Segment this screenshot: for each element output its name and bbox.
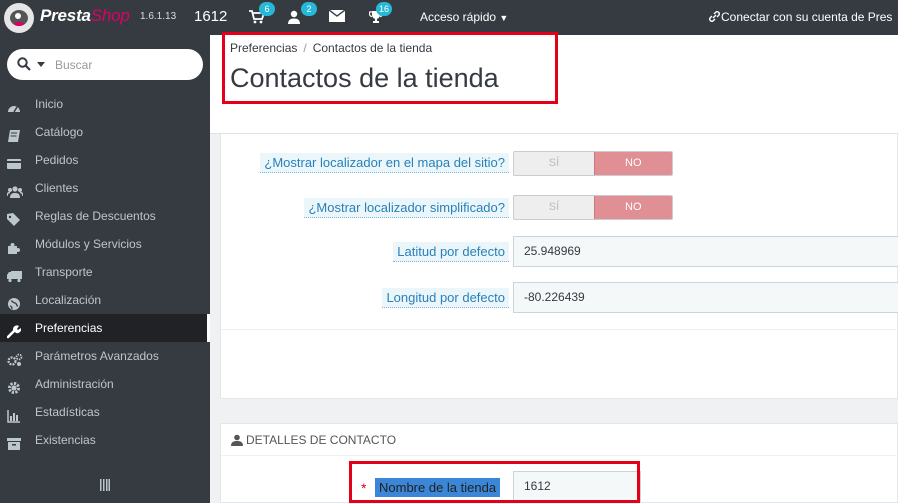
- sidebar-item-label: Clientes: [35, 181, 79, 195]
- highlight-annotation-box: [349, 461, 640, 503]
- tags-icon: [7, 209, 21, 226]
- sidebar-item-modulos[interactable]: Módulos y Servicios: [0, 230, 210, 258]
- shop-name[interactable]: 1612: [194, 8, 227, 25]
- default-longitude-label: Longitud por defecto: [382, 288, 509, 308]
- book-icon: [7, 125, 21, 142]
- sidebar-item-label: Localización: [35, 293, 102, 307]
- search-type-caret-icon[interactable]: [37, 62, 45, 67]
- main-menu: Inicio Catálogo Pedidos Clientes Reglas …: [0, 90, 210, 454]
- brand-shop: Shop: [90, 6, 130, 25]
- search-input[interactable]: [55, 55, 195, 74]
- user-icon: [231, 426, 243, 446]
- orders-badge: 6: [259, 2, 275, 16]
- cog-icon: [7, 377, 21, 394]
- field-label: Latitud por defecto: [393, 242, 509, 262]
- toggle-yes-option[interactable]: SÍ: [514, 196, 594, 219]
- show-simplified-locator-toggle[interactable]: SÍ NO: [513, 195, 673, 220]
- top-navbar: PrestaShop 1.6.1.13 1612 6 2 16 Acceso r…: [0, 0, 898, 35]
- sidebar-item-parametros-avanzados[interactable]: Parámetros Avanzados: [0, 342, 210, 370]
- quick-access-label: Acceso rápido: [420, 10, 497, 24]
- brand-name[interactable]: PrestaShop: [40, 6, 130, 26]
- connect-account-link[interactable]: Conectar con su cuenta de Pres: [708, 10, 892, 26]
- quick-access-dropdown[interactable]: Acceso rápido ▼: [420, 10, 508, 24]
- show-store-locator-sitemap-label: ¿Mostrar localizador en el mapa del siti…: [260, 153, 509, 173]
- sidebar-item-label: Parámetros Avanzados: [35, 349, 159, 363]
- search-box[interactable]: [7, 49, 203, 80]
- puzzle-icon: [7, 237, 21, 254]
- sidebar-item-inicio[interactable]: Inicio: [0, 90, 210, 118]
- sidebar-item-existencias[interactable]: Existencias: [0, 426, 210, 454]
- sidebar-item-label: Existencias: [35, 433, 96, 447]
- default-latitude-label: Latitud por defecto: [393, 242, 509, 262]
- prestashop-logo-icon[interactable]: [4, 3, 34, 33]
- toggle-no-option[interactable]: NO: [594, 196, 672, 219]
- sidebar-item-preferencias[interactable]: Preferencias: [0, 314, 210, 342]
- toggle-no-option[interactable]: NO: [594, 152, 672, 175]
- link-chain-icon: [708, 10, 721, 26]
- version-label: 1.6.1.13: [140, 11, 177, 22]
- sidebar-item-label: Inicio: [35, 97, 64, 111]
- sidebar-item-label: Pedidos: [35, 153, 79, 167]
- panel-heading: DETALLES DE CONTACTO: [221, 424, 898, 456]
- sidebar-item-pedidos[interactable]: Pedidos: [0, 146, 210, 174]
- search-icon[interactable]: [17, 57, 31, 74]
- customers-badge: 2: [301, 2, 317, 16]
- toggle-yes-option[interactable]: SÍ: [514, 152, 594, 175]
- panel-heading-text: DETALLES DE CONTACTO: [246, 433, 397, 447]
- globe-icon: [7, 293, 21, 310]
- archive-icon: [7, 433, 21, 450]
- credit-card-icon: [7, 153, 21, 169]
- dashboard-icon: [7, 97, 21, 113]
- options-panel: ¿Mostrar localizador en el mapa del siti…: [220, 134, 898, 399]
- default-latitude-input[interactable]: 25.948969: [513, 236, 898, 267]
- sidebar-item-reglas-descuentos[interactable]: Reglas de Descuentos: [0, 202, 210, 230]
- show-simplified-locator-label: ¿Mostrar localizador simplificado?: [304, 198, 509, 218]
- field-label: ¿Mostrar localizador en el mapa del siti…: [260, 153, 509, 173]
- sidebar-item-label: Preferencias: [35, 321, 103, 335]
- sidebar: Inicio Catálogo Pedidos Clientes Reglas …: [0, 35, 210, 503]
- sidebar-item-administracion[interactable]: Administración: [0, 370, 210, 398]
- panel-divider: [221, 329, 898, 330]
- truck-icon: [7, 265, 22, 283]
- sidebar-item-label: Módulos y Servicios: [35, 237, 142, 251]
- sidebar-item-label: Transporte: [35, 265, 93, 279]
- sidebar-item-clientes[interactable]: Clientes: [0, 174, 210, 202]
- wrench-icon: [6, 321, 22, 339]
- sidebar-item-label: Estadísticas: [35, 405, 100, 419]
- sidebar-item-label: Administración: [35, 377, 114, 391]
- highlight-annotation-box: [222, 32, 558, 104]
- user-icon[interactable]: [287, 10, 303, 24]
- sidebar-item-transporte[interactable]: Transporte: [0, 258, 210, 286]
- messages-badge: 16: [376, 2, 393, 16]
- sidebar-item-estadisticas[interactable]: Estadísticas: [0, 398, 210, 426]
- users-icon: [6, 181, 24, 198]
- show-store-locator-sitemap-toggle[interactable]: SÍ NO: [513, 151, 673, 176]
- sidebar-item-catalogo[interactable]: Catálogo: [0, 118, 210, 146]
- field-label: Longitud por defecto: [382, 288, 509, 308]
- bar-chart-icon: [7, 405, 21, 423]
- brand-presta: Presta: [40, 6, 91, 25]
- sidebar-item-localizacion[interactable]: Localización: [0, 286, 210, 314]
- caret-down-icon: ▼: [499, 13, 509, 23]
- sidebar-item-label: Reglas de Descuentos: [35, 209, 156, 223]
- default-longitude-input[interactable]: -80.226439: [513, 282, 898, 313]
- envelope-icon[interactable]: [328, 9, 346, 24]
- field-label: ¿Mostrar localizador simplificado?: [304, 198, 509, 218]
- cogs-icon: [7, 349, 23, 366]
- sidebar-item-label: Catálogo: [35, 125, 84, 139]
- collapse-sidebar-icon[interactable]: [100, 479, 110, 491]
- connect-label: Conectar con su cuenta de Pres: [721, 10, 893, 24]
